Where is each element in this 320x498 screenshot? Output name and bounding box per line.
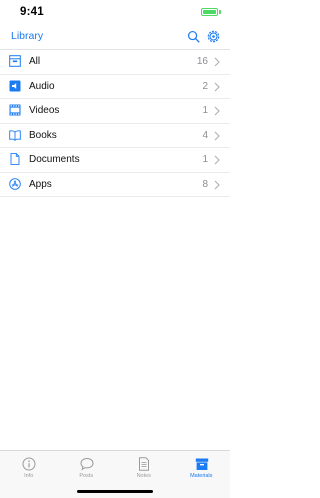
list-item-videos[interactable]: Videos 1: [0, 99, 230, 124]
list-item-all[interactable]: All 16: [0, 50, 230, 75]
tab-info[interactable]: Info: [0, 451, 58, 485]
tab-label: Info: [24, 473, 34, 479]
list-item-count: 1: [202, 154, 208, 165]
film-strip-icon: [9, 104, 21, 116]
tab-materials[interactable]: Materials: [173, 451, 231, 485]
list-item-label: Books: [29, 129, 57, 141]
list-item-books[interactable]: Books 4: [0, 124, 230, 148]
navigation-bar: Library: [0, 26, 230, 50]
search-icon[interactable]: [187, 30, 200, 43]
chevron-right-icon: [214, 57, 220, 67]
library-list: All 16 Audio 2 Videos 1 Books 4 Document…: [0, 50, 230, 197]
archive-box-icon: [9, 55, 21, 67]
tab-notes[interactable]: Notes: [115, 451, 173, 485]
list-item-count: 4: [202, 129, 208, 141]
battery-icon: [201, 8, 218, 16]
list-item-count: 8: [202, 178, 208, 190]
chevron-right-icon: [214, 106, 220, 116]
notes-icon: [139, 457, 149, 471]
speech-bubble-icon: [79, 457, 94, 471]
battery-tip: [219, 10, 221, 14]
chevron-right-icon: [214, 180, 220, 189]
tab-label: Posts: [79, 473, 94, 479]
list-item-count: 16: [196, 56, 208, 67]
list-item-label: Audio: [29, 80, 55, 92]
home-indicator[interactable]: [77, 490, 153, 493]
list-item-audio[interactable]: Audio 2: [0, 75, 230, 99]
document-icon: [10, 153, 20, 165]
tab-label: Materials: [190, 473, 213, 479]
chevron-right-icon: [214, 131, 220, 140]
gear-icon[interactable]: [207, 30, 220, 43]
materials-box-icon: [195, 458, 208, 470]
list-item-documents[interactable]: Documents 1: [0, 148, 230, 173]
list-item-apps[interactable]: Apps 8: [0, 173, 230, 197]
list-item-label: All: [29, 56, 41, 67]
status-bar: 9:41: [0, 0, 230, 26]
speaker-icon: [9, 80, 21, 91]
tab-label: Notes: [136, 473, 151, 479]
open-book-icon: [9, 129, 21, 141]
chevron-right-icon: [214, 155, 220, 165]
list-item-label: Videos: [29, 105, 60, 116]
info-icon: [22, 457, 36, 471]
list-item-count: 1: [202, 105, 208, 116]
list-item-label: Apps: [29, 178, 52, 190]
app-store-icon: [9, 177, 21, 190]
list-item-label: Documents: [29, 154, 80, 165]
tab-posts[interactable]: Posts: [58, 451, 116, 485]
page-title: Library: [11, 30, 44, 42]
chevron-right-icon: [214, 82, 220, 91]
status-time: 9:41: [20, 6, 44, 18]
list-item-count: 2: [202, 80, 208, 92]
